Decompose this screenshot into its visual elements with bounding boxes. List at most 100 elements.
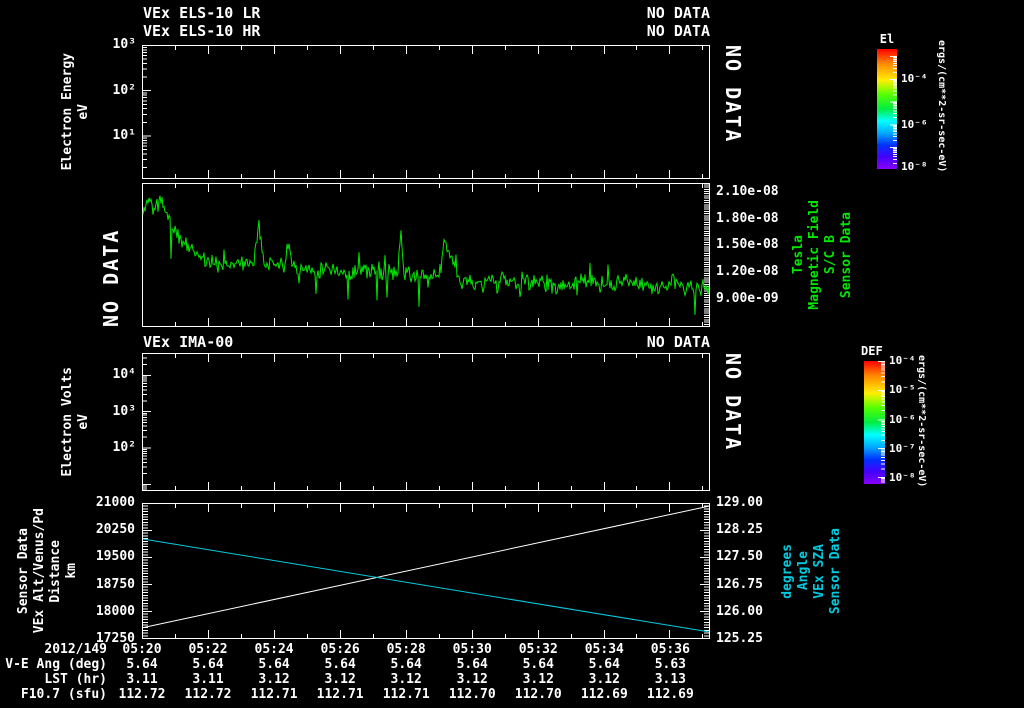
sza-right-tick-label: 126.00 xyxy=(716,603,763,619)
els-ylabel-group: Electron Energy eV xyxy=(58,45,94,179)
mag-label-magnetic-field: Magnetic Field xyxy=(807,200,822,310)
mag-ytick-label: 1.80e-08 xyxy=(716,210,779,226)
els-lr-nodata: NO DATA xyxy=(646,4,710,22)
els-colorbar-tick-label: 10⁻⁸ xyxy=(901,159,928,173)
ima-colorbar-tick-label: 10⁻⁸ xyxy=(889,470,916,484)
table-value: 3.12 xyxy=(324,672,356,687)
table-value: 5.64 xyxy=(588,657,620,672)
altitude-line xyxy=(142,505,710,629)
table-value: 5.64 xyxy=(192,657,224,672)
els-hr-nodata: NO DATA xyxy=(646,22,710,40)
table-value: 5.64 xyxy=(258,657,290,672)
row-label-ve-ang: V-E Ang (deg) xyxy=(5,657,107,672)
table-value: 3.11 xyxy=(192,672,224,687)
els-colorbar-ticks xyxy=(890,56,897,164)
vex-data-display: VEx ELS-10 LR VEx ELS-10 HR NO DATA NO D… xyxy=(0,0,1024,708)
table-value: 5.63 xyxy=(654,657,687,672)
sza-right-tick-label: 129.00 xyxy=(716,495,763,510)
ima-yunit: eV xyxy=(76,414,91,430)
ima-nodata-top: NO DATA xyxy=(646,333,710,351)
sza-line xyxy=(142,538,710,633)
els-ytick-label: 10² xyxy=(112,82,136,98)
table-value: 112.72 xyxy=(118,687,166,702)
els-ytick-label: 10³ xyxy=(112,37,136,52)
table-value: 112.71 xyxy=(250,687,298,702)
mag-right-label-group: Sensor Data S/C B Magnetic Field Tesla xyxy=(791,183,854,327)
ima-ytick-label: 10² xyxy=(112,440,136,456)
table-value: 3.12 xyxy=(390,672,422,687)
orbit-plot xyxy=(142,503,710,639)
ima-colorbar-ticks xyxy=(878,361,885,483)
sza-label-vex-sza: VEx SZA xyxy=(812,543,827,599)
els-yunit: eV xyxy=(76,104,91,120)
time-label: 05:32 xyxy=(518,642,558,657)
mag-nodata-left: NO DATA xyxy=(99,228,123,327)
els-colorbar-tick-label: 10⁻⁴ xyxy=(901,72,928,85)
mag-label-scb: S/C B xyxy=(823,235,838,275)
table-value: 112.72 xyxy=(184,687,232,702)
els-ytick-label: 10¹ xyxy=(112,128,136,144)
els-lr-title: VEx ELS-10 LR xyxy=(143,4,261,22)
ima-spectrogram-plot xyxy=(142,353,710,491)
time-label: 05:28 xyxy=(386,642,426,657)
orbit-left-tick-label: 19500 xyxy=(95,549,135,565)
row-label-f107: F10.7 (sfu) xyxy=(20,687,107,702)
time-label: 05:24 xyxy=(254,642,294,657)
time-label: 05:26 xyxy=(320,642,360,657)
table-value: 112.71 xyxy=(316,687,364,702)
sza-right-tick-label: 125.25 xyxy=(716,631,763,646)
ima-ytick-label: 10⁴ xyxy=(112,367,136,383)
mag-ytick-label: 1.20e-08 xyxy=(716,264,779,280)
table-value: 5.64 xyxy=(390,657,422,672)
ima-ylabel: Electron Volts xyxy=(60,367,75,477)
els-nodata-side: NO DATA xyxy=(721,45,745,144)
table-value: 112.69 xyxy=(646,687,694,702)
ima-ylabel-group: Electron Volts eV xyxy=(58,353,94,491)
orbit-left-tick-label: 20250 xyxy=(95,522,135,538)
table-value: 5.64 xyxy=(522,657,554,672)
orbit-label-alt: VEx Alt/Venus/Pd xyxy=(32,508,47,634)
table-value: 5.64 xyxy=(324,657,356,672)
magnetic-field-plot xyxy=(142,183,710,327)
table-value: 3.12 xyxy=(522,672,554,687)
orbit-left-tick-label: 18750 xyxy=(95,576,135,592)
sza-right-tick-label: 127.50 xyxy=(716,549,763,565)
time-label: 05:22 xyxy=(188,642,228,657)
mag-ytick-label: 2.10e-08 xyxy=(716,183,779,199)
time-label: 05:30 xyxy=(452,642,492,657)
ima-colorbar-tick-label: 10⁻⁷ xyxy=(889,441,916,455)
orbit-label-distance: Distance xyxy=(48,539,63,603)
table-value: 3.12 xyxy=(456,672,488,687)
els-spectrogram-plot xyxy=(142,45,710,179)
ima-colorbar-tick-label: 10⁻⁵ xyxy=(889,383,916,397)
els-hr-title: VEx ELS-10 HR xyxy=(143,22,261,40)
orbit-left-label-group: Sensor Data VEx Alt/Venus/Pd Distance km xyxy=(14,501,82,641)
table-value: 5.64 xyxy=(126,657,158,672)
els-colorbar-tick-label: 10⁻⁶ xyxy=(901,117,928,131)
orbit-left-tick-label: 18000 xyxy=(95,603,135,619)
mag-ytick-label: 9.00e-09 xyxy=(716,290,779,306)
row-label-lst: LST (hr) xyxy=(44,672,107,687)
time-label: 05:34 xyxy=(584,642,624,657)
mag-ytick-label: 1.50e-08 xyxy=(716,237,779,253)
orbit-label-km: km xyxy=(64,563,79,579)
els-ylabel: Electron Energy xyxy=(60,53,75,171)
orbit-left-tick-label: 21000 xyxy=(95,495,135,510)
table-value: 112.69 xyxy=(580,687,628,702)
els-colorbar-title: El xyxy=(879,32,895,46)
table-value: 112.70 xyxy=(448,687,496,702)
time-label: 05:36 xyxy=(650,642,690,657)
sza-label-angle: Angle xyxy=(796,551,811,591)
sza-right-tick-label: 128.25 xyxy=(716,522,763,538)
ima-colorbar-tick-label: 10⁻⁴ xyxy=(889,354,916,367)
sza-label-sensor-data: Sensor Data xyxy=(828,527,843,615)
table-value: 5.64 xyxy=(456,657,488,672)
time-label: 05:20 xyxy=(122,642,162,657)
ima-title: VEx IMA-00 xyxy=(143,333,234,351)
els-colorbar-unit: ergs/(cm**2-sr-sec-eV) xyxy=(936,40,947,173)
orbit-label-sensor-data: Sensor Data xyxy=(16,527,31,615)
mag-label-sensor-data: Sensor Data xyxy=(839,211,854,299)
table-value: 3.12 xyxy=(258,672,290,687)
table-value: 3.11 xyxy=(126,672,158,687)
ima-colorbar-tick-label: 10⁻⁶ xyxy=(889,413,916,427)
